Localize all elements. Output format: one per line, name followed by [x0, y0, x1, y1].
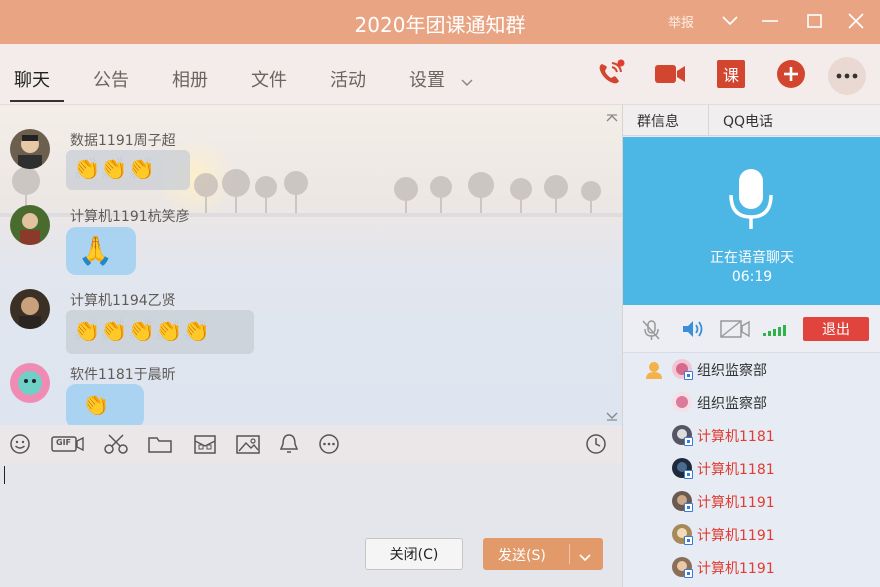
sender-name: 计算机1191杭笑彦: [70, 209, 190, 225]
red-packet-icon[interactable]: [192, 433, 218, 459]
member-name: 组织监察部: [697, 363, 767, 379]
video-camera-icon[interactable]: [654, 58, 686, 90]
qq-badge-icon: [684, 437, 693, 446]
member-item[interactable]: 组织监察部: [623, 386, 880, 419]
chat-area[interactable]: 数据1191周子超 👏👏👏 计算机1191杭笑彦 🙏 计算机1194乙贤 👏👏👏…: [0, 105, 622, 425]
close-icon[interactable]: [842, 8, 870, 34]
member-item[interactable]: 计算机1191: [623, 518, 880, 551]
microphone-icon: [729, 169, 773, 229]
speaker-icon[interactable]: [681, 319, 705, 343]
member-item[interactable]: 计算机1191: [623, 551, 880, 584]
course-button[interactable]: 课: [715, 58, 747, 90]
tab-settings[interactable]: 设置: [409, 66, 445, 92]
more-circle-icon[interactable]: [318, 433, 340, 459]
member-item[interactable]: 组织监察部: [623, 353, 880, 386]
image-icon[interactable]: [235, 433, 261, 459]
send-separator: [569, 544, 570, 564]
maximize-icon[interactable]: [800, 8, 828, 34]
avatar[interactable]: [10, 129, 50, 169]
message-content: 👏👏👏: [73, 157, 156, 182]
send-options-chevron-icon[interactable]: [579, 550, 591, 566]
avatar[interactable]: [10, 289, 50, 329]
right-panel-tabs: 群信息 QQ电话: [623, 105, 880, 136]
member-item[interactable]: 计算机1191: [623, 485, 880, 518]
folder-icon[interactable]: [147, 433, 173, 459]
message-bubble[interactable]: 🙏: [66, 227, 136, 275]
tab-bar: 聊天 公告 相册 文件 活动 设置 课: [0, 44, 880, 105]
close-button[interactable]: 关闭(C): [365, 538, 463, 570]
message-content: 👏: [82, 393, 110, 418]
member-name: 计算机1191: [697, 528, 775, 544]
avatar: [672, 392, 692, 412]
message-bubble[interactable]: 👏👏👏👏👏: [66, 310, 254, 354]
window-title: 2020年团课通知群: [354, 13, 526, 37]
member-name: 计算机1191: [697, 495, 775, 511]
message-bubble[interactable]: 👏: [66, 384, 144, 425]
title-bar: 2020年团课通知群 举报: [0, 0, 880, 44]
member-name: 计算机1181: [697, 429, 775, 445]
send-label: 发送(S): [498, 548, 546, 564]
input-toolbar: GIF: [0, 425, 622, 463]
voice-call-panel: 正在语音聊天 06:19: [623, 137, 880, 305]
report-link[interactable]: 举报: [668, 12, 694, 31]
gif-label: GIF: [56, 438, 72, 447]
tab-announcement[interactable]: 公告: [93, 66, 129, 92]
sender-name: 计算机1194乙贤: [70, 293, 176, 309]
sender-name: 数据1191周子超: [70, 133, 176, 149]
voice-status: 正在语音聊天: [710, 250, 794, 266]
member-item[interactable]: 计算机1181: [623, 419, 880, 452]
gif-icon[interactable]: GIF: [51, 433, 85, 459]
tab-activity[interactable]: 活动: [330, 66, 366, 92]
host-icon: [644, 360, 664, 384]
member-item[interactable]: 计算机1181: [623, 452, 880, 485]
message-content: 👏👏👏👏👏: [73, 319, 210, 344]
active-tab-underline: [10, 100, 64, 102]
right-panel: 群信息 QQ电话 正在语音聊天 06:19 退出 组织监察部 组织监察部 计算机…: [622, 105, 880, 587]
qq-badge-icon: [684, 569, 693, 578]
exit-call-button[interactable]: 退出: [803, 317, 869, 341]
bell-icon[interactable]: [277, 433, 301, 459]
member-name: 计算机1181: [697, 462, 775, 478]
avatar[interactable]: [10, 205, 50, 245]
tab-group-info[interactable]: 群信息: [637, 111, 679, 131]
settings-chevron-icon[interactable]: [461, 72, 473, 91]
mic-muted-icon[interactable]: [641, 319, 661, 345]
minimize-icon[interactable]: [756, 8, 784, 34]
qq-badge-icon: [684, 503, 693, 512]
scissors-icon[interactable]: [103, 433, 129, 459]
tab-files[interactable]: 文件: [251, 66, 287, 92]
scroll-down-icon[interactable]: [606, 407, 618, 425]
signal-strength-icon: [763, 321, 791, 340]
tab-album[interactable]: 相册: [172, 66, 208, 92]
tab-divider: [708, 105, 709, 136]
camera-off-icon[interactable]: [720, 319, 750, 343]
qq-badge-icon: [684, 371, 693, 380]
tab-chat[interactable]: 聊天: [14, 66, 50, 92]
text-caret: [4, 466, 5, 484]
scroll-up-icon[interactable]: [606, 107, 618, 126]
message-input[interactable]: 关闭(C) 发送(S): [0, 463, 622, 587]
voice-elapsed-time: 06:19: [731, 269, 773, 285]
qq-badge-icon: [684, 536, 693, 545]
phone-call-icon[interactable]: [594, 58, 626, 90]
message-content: 🙏: [78, 234, 113, 267]
send-button[interactable]: 发送(S): [483, 538, 603, 570]
avatar[interactable]: [10, 363, 50, 403]
history-clock-icon[interactable]: [585, 433, 607, 459]
plus-circle-icon[interactable]: [775, 58, 807, 90]
member-name: 计算机1191: [697, 561, 775, 577]
qq-badge-icon: [684, 470, 693, 479]
call-member-list: 组织监察部 组织监察部 计算机1181 计算机1181 计算机1191 计算机1…: [623, 353, 880, 587]
tab-qq-call[interactable]: QQ电话: [723, 111, 773, 131]
sender-name: 软件1181于晨昕: [70, 367, 176, 383]
course-label: 课: [717, 60, 745, 88]
message-bubble[interactable]: 👏👏👏: [66, 150, 190, 190]
more-dots-icon[interactable]: [828, 57, 866, 95]
chevron-down-icon[interactable]: [716, 8, 744, 34]
emoji-icon[interactable]: [9, 433, 31, 459]
call-controls: 退出: [623, 305, 880, 353]
member-name: 组织监察部: [697, 396, 767, 412]
